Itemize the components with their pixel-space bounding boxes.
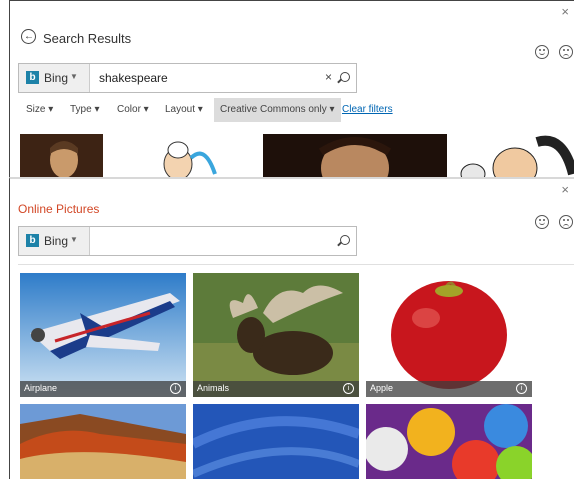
filter-type[interactable]: Type ▾ — [70, 98, 100, 122]
search-engine-label: Bing — [44, 234, 69, 248]
filter-size[interactable]: Size ▾ — [26, 98, 53, 122]
bing-logo-icon: b — [26, 234, 39, 247]
search-input[interactable]: shakespeare — [99, 71, 168, 85]
search-engine-dropdown[interactable]: b Bing ▼ — [19, 227, 90, 255]
search-bar: b Bing ▼ — [18, 226, 357, 256]
search-engine-label: Bing — [44, 71, 69, 85]
moose-image — [193, 273, 359, 397]
search-bar: b Bing ▼ shakespeare × — [18, 63, 357, 93]
portrait-face-image — [263, 134, 447, 178]
close-icon[interactable]: × — [561, 5, 569, 18]
filter-creative-commons[interactable]: Creative Commons only ▾ — [214, 98, 341, 122]
info-icon[interactable]: i — [170, 383, 181, 394]
smile-feedback-icon[interactable] — [535, 215, 549, 229]
bing-logo-icon: b — [26, 71, 39, 84]
result-image[interactable] — [103, 134, 253, 178]
result-image[interactable] — [20, 134, 103, 178]
close-icon[interactable]: × — [561, 183, 569, 196]
chevron-down-icon: ▼ — [70, 72, 78, 81]
cartoon-shakespeare-image — [163, 141, 217, 178]
divider — [18, 264, 574, 265]
blue-abstract-image — [193, 404, 359, 479]
tile-label: Airplane — [24, 383, 58, 393]
image-results-strip — [20, 134, 574, 178]
clear-filters-link[interactable]: Clear filters — [342, 98, 393, 122]
search-engine-dropdown[interactable]: b Bing ▼ — [19, 64, 90, 92]
filter-layout[interactable]: Layout ▾ — [165, 98, 203, 122]
category-tile-animals[interactable]: Animals i — [193, 273, 359, 397]
autumn-landscape-image — [20, 404, 186, 479]
balloons-image — [366, 404, 532, 479]
category-tile-abstract[interactable] — [193, 404, 359, 479]
search-icon[interactable] — [340, 235, 350, 245]
info-icon[interactable]: i — [516, 383, 527, 394]
tile-label: Animals — [197, 383, 230, 393]
result-image[interactable] — [263, 134, 447, 178]
frown-feedback-icon[interactable] — [559, 45, 573, 59]
frown-feedback-icon[interactable] — [559, 215, 573, 229]
airplane-image — [20, 273, 186, 397]
smile-feedback-icon[interactable] — [535, 45, 549, 59]
section-title: Online Pictures — [18, 202, 100, 216]
category-tile-apple[interactable]: Apple i — [366, 273, 532, 397]
apple-image — [366, 273, 532, 397]
back-button[interactable]: ← — [21, 29, 36, 44]
category-tile-airplane[interactable]: Airplane i — [20, 273, 186, 397]
page-title: Search Results — [43, 31, 132, 46]
cartoon-faces-image — [460, 135, 574, 178]
tile-label: Apple — [370, 383, 394, 393]
online-pictures-pane: × Online Pictures b Bing ▼ Airplane i An… — [9, 177, 574, 479]
back-arrow-icon: ← — [24, 31, 34, 42]
info-icon[interactable]: i — [343, 383, 354, 394]
category-tile-autumn[interactable] — [20, 404, 186, 479]
category-tile-balloons[interactable] — [366, 404, 532, 479]
filter-color[interactable]: Color ▾ — [117, 98, 149, 122]
shakespeare-portrait-image — [20, 134, 103, 178]
clear-search-icon[interactable]: × — [325, 70, 332, 84]
result-image[interactable] — [453, 134, 574, 178]
chevron-down-icon: ▼ — [70, 235, 78, 244]
search-icon[interactable] — [340, 72, 350, 82]
search-results-pane: × ← Search Results b Bing ▼ shakespeare … — [9, 0, 574, 178]
